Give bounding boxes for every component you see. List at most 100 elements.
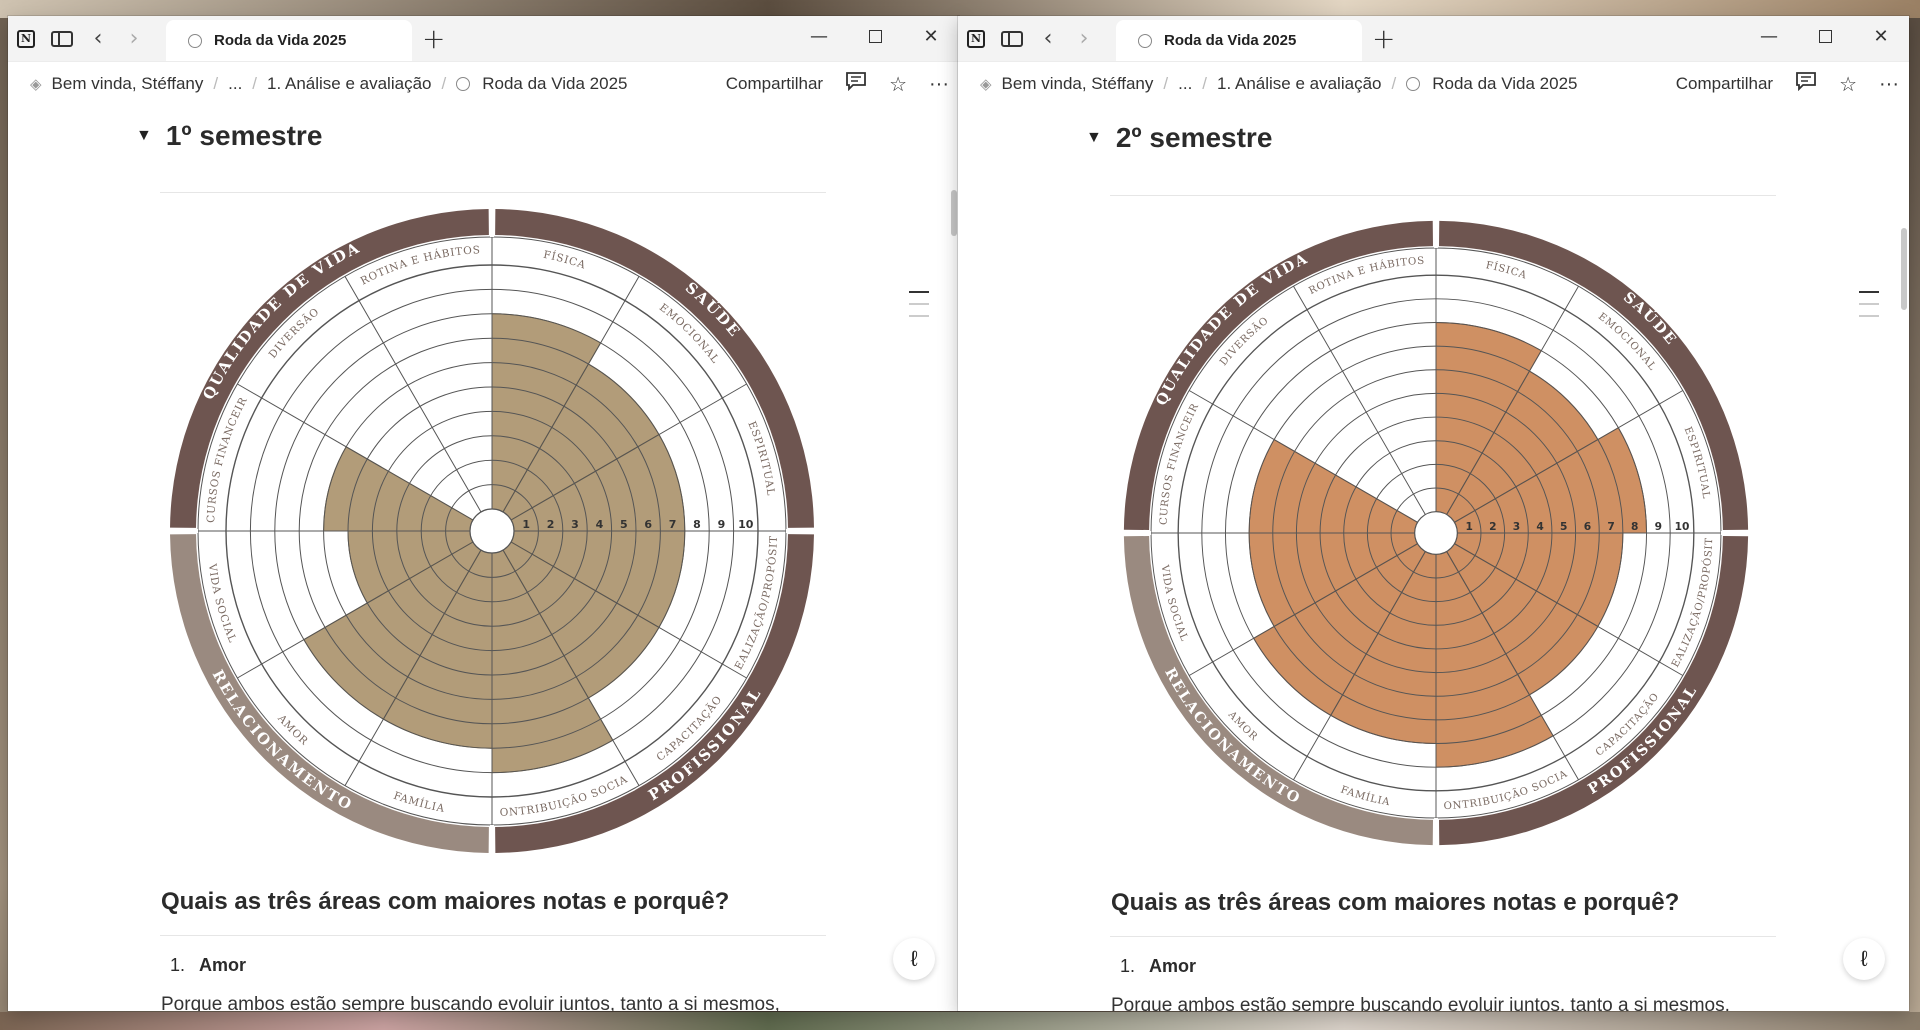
- minimize-button[interactable]: —: [1741, 16, 1797, 56]
- page-content: ▼ 1º semestre SAÚDE PROFISSIONAL RELACIONA…: [8, 106, 959, 1011]
- scale-number: 8: [693, 518, 701, 531]
- close-button[interactable]: ✕: [1853, 16, 1909, 56]
- scale-number: 5: [1560, 520, 1567, 533]
- comment-icon[interactable]: [845, 71, 867, 97]
- tab-roda-da-vida[interactable]: Roda da Vida 2025: [166, 20, 412, 61]
- section-toggle[interactable]: ▼ 1º semestre: [136, 120, 322, 152]
- breadcrumb: ◈ Bem vinda, Stéffany / ... / 1. Análise …: [8, 62, 959, 106]
- breadcrumb-item-ellipsis[interactable]: ...: [228, 74, 242, 94]
- maximize-button[interactable]: [847, 16, 903, 56]
- favorite-star-icon[interactable]: ☆: [1839, 72, 1857, 97]
- list-number: 1.: [170, 955, 186, 975]
- scale-number: 2: [1489, 520, 1496, 533]
- scale-number: 3: [571, 518, 579, 531]
- scale-number: 7: [669, 518, 677, 531]
- scale-number: 1: [1465, 520, 1472, 533]
- breadcrumb: ◈ Bem vinda, Stéffany / ... / 1. Análise …: [958, 62, 1909, 106]
- question-heading: Quais as três áreas com maiores notas e …: [1111, 889, 1680, 916]
- page-circle-icon: [456, 77, 471, 91]
- comment-icon[interactable]: [1795, 71, 1817, 97]
- scale-number: 10: [1675, 520, 1690, 533]
- table-of-contents-indicator[interactable]: [909, 291, 929, 327]
- notion-window-right: N ‹ › Roda da Vida 2025 + — ✕ ◈ Bem vinda…: [958, 16, 1909, 1011]
- more-options-icon[interactable]: ···: [929, 73, 949, 96]
- breadcrumb-separator: /: [441, 74, 447, 93]
- list-item-label: Amor: [1149, 956, 1197, 976]
- scale-number: 4: [1536, 520, 1543, 533]
- score-segment: [1248, 438, 1419, 534]
- scale-number: 7: [1607, 520, 1614, 533]
- wheel-of-life-chart: SAÚDEPROFISSIONALRELACIONAMENTOQUALIDADE…: [168, 207, 816, 855]
- breadcrumb-separator: /: [213, 74, 219, 93]
- breadcrumb-item-analise[interactable]: 1. Análise e avaliação: [267, 74, 431, 94]
- list-item[interactable]: 1. Amor: [170, 955, 246, 976]
- notion-window-left: N ‹ › Roda da Vida 2025 + — ✕ ◈ Bem vinda…: [8, 16, 959, 1011]
- scale-number: 10: [738, 518, 754, 531]
- list-number: 1.: [1120, 956, 1136, 976]
- ai-assistant-button[interactable]: ℓ: [1843, 938, 1885, 980]
- breadcrumb-item-home[interactable]: ◈ Bem vinda, Stéffany: [30, 74, 203, 94]
- question-heading: Quais as três áreas com maiores notas e …: [161, 888, 730, 915]
- wheel-of-life-chart: SAÚDEPROFISSIONALRELACIONAMENTOQUALIDADE…: [1121, 218, 1751, 848]
- new-tab-button[interactable]: +: [412, 16, 455, 61]
- notion-logo-icon[interactable]: N: [8, 16, 44, 61]
- list-item-label: Amor: [199, 955, 247, 975]
- scale-number: 4: [596, 518, 604, 531]
- back-arrow-icon[interactable]: ‹: [1030, 16, 1066, 61]
- table-of-contents-indicator[interactable]: [1859, 291, 1879, 327]
- section-title: 2º semestre: [1115, 122, 1273, 153]
- scale-number: 6: [1584, 520, 1591, 533]
- gem-icon: ◈: [30, 76, 42, 93]
- breadcrumb-item-current[interactable]: Roda da Vida 2025: [1406, 74, 1577, 94]
- breadcrumb-separator: /: [252, 74, 258, 93]
- heading-divider: [160, 192, 826, 193]
- toggle-triangle-icon: ▼: [1086, 129, 1102, 146]
- section-title: 1º semestre: [165, 120, 323, 151]
- page-circle-icon: [1138, 33, 1152, 48]
- tab-title: Roda da Vida 2025: [1164, 32, 1297, 49]
- toggle-triangle-icon: ▼: [136, 127, 152, 144]
- breadcrumb-item-analise[interactable]: 1. Análise e avaliação: [1217, 74, 1381, 94]
- scale-number: 8: [1631, 520, 1638, 533]
- list-item[interactable]: 1. Amor: [1120, 956, 1196, 977]
- scale-number: 6: [644, 518, 652, 531]
- breadcrumb-item-current[interactable]: Roda da Vida 2025: [456, 74, 627, 94]
- breadcrumb-separator: /: [1163, 74, 1169, 93]
- more-options-icon[interactable]: ···: [1879, 73, 1899, 96]
- minimize-button[interactable]: —: [791, 16, 847, 56]
- center-hole: [469, 508, 515, 554]
- breadcrumb-separator: /: [1202, 74, 1208, 93]
- maximize-button[interactable]: [1797, 16, 1853, 56]
- scale-number: 5: [620, 518, 628, 531]
- title-bar: N ‹ › Roda da Vida 2025 + — ✕: [958, 16, 1909, 62]
- sidebar-toggle-icon[interactable]: [44, 16, 80, 61]
- center-hole: [1414, 511, 1458, 555]
- maximize-icon: [868, 29, 882, 43]
- share-button[interactable]: Compartilhar: [1676, 74, 1773, 94]
- back-arrow-icon[interactable]: ‹: [80, 16, 116, 61]
- title-bar: N ‹ › Roda da Vida 2025 + — ✕: [8, 16, 959, 62]
- forward-arrow-icon[interactable]: ›: [1066, 16, 1102, 61]
- breadcrumb-item-ellipsis[interactable]: ...: [1178, 74, 1192, 94]
- tab-title: Roda da Vida 2025: [214, 32, 347, 49]
- breadcrumb-item-home[interactable]: ◈ Bem vinda, Stéffany: [980, 74, 1153, 94]
- sidebar-toggle-icon[interactable]: [994, 16, 1030, 61]
- notion-logo-icon[interactable]: N: [958, 16, 994, 61]
- breadcrumb-separator: /: [1391, 74, 1397, 93]
- share-button[interactable]: Compartilhar: [726, 74, 823, 94]
- scale-number: 3: [1513, 520, 1520, 533]
- paragraph-text[interactable]: Porque ambos estão sempre buscando evolu…: [1111, 995, 1730, 1011]
- section-toggle[interactable]: ▼ 2º semestre: [1086, 122, 1272, 154]
- new-tab-button[interactable]: +: [1362, 16, 1405, 61]
- tab-roda-da-vida[interactable]: Roda da Vida 2025: [1116, 20, 1362, 61]
- scrollbar-thumb[interactable]: [1901, 228, 1907, 310]
- paragraph-text[interactable]: Porque ambos estão sempre buscando evolu…: [161, 994, 780, 1011]
- question-divider: [160, 935, 826, 936]
- close-button[interactable]: ✕: [903, 16, 959, 56]
- ai-assistant-button[interactable]: ℓ: [893, 938, 935, 980]
- forward-arrow-icon[interactable]: ›: [116, 16, 152, 61]
- scale-number: 1: [522, 518, 530, 531]
- favorite-star-icon[interactable]: ☆: [889, 72, 907, 97]
- page-circle-icon: [1406, 77, 1421, 91]
- scrollbar-thumb[interactable]: [951, 190, 957, 236]
